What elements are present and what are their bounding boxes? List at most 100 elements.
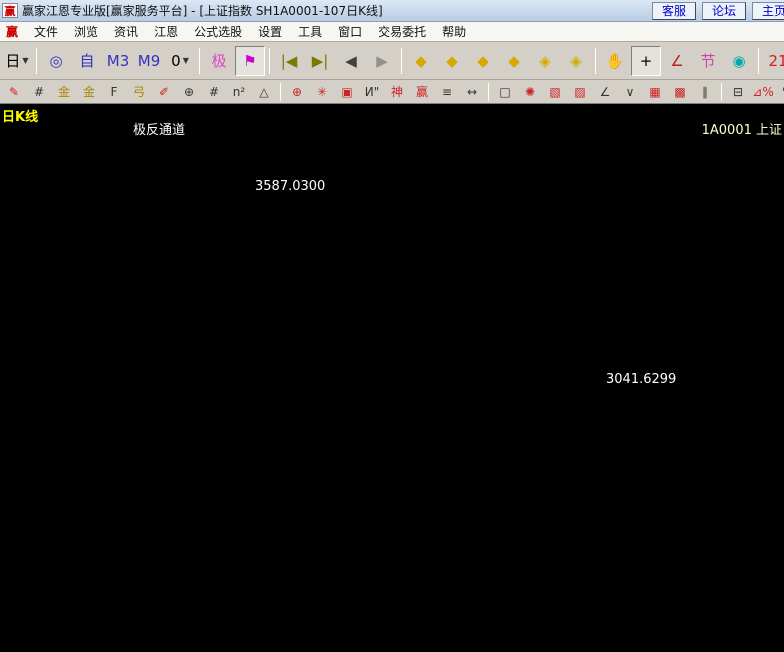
pen2-icon: ✐ (159, 85, 169, 99)
angle-tool-icon: ∠ (670, 52, 683, 70)
compass-icon: ⊕ (184, 85, 194, 99)
period-day-dropdown: 日 (5, 50, 20, 71)
toolbar-separator (758, 48, 759, 74)
diamond-v-button[interactable]: ◆ (437, 46, 467, 76)
ruler123-icon: ≡ (442, 85, 452, 99)
ruler123-button[interactable]: ≡ (435, 81, 459, 102)
menu-item-公式选股[interactable]: 公式选股 (186, 21, 250, 42)
red-star-button[interactable]: ✳ (310, 81, 334, 102)
vlines-icon: ∨ (626, 85, 635, 99)
ying-button[interactable]: 赢 (410, 81, 434, 102)
red-crosshair-button[interactable]: ⊕ (285, 81, 309, 102)
rays-button[interactable]: ✺ (518, 81, 542, 102)
flag-indicator-button[interactable]: ⚑ (235, 46, 265, 76)
menu-item-帮助[interactable]: 帮助 (434, 21, 474, 42)
period-day-dropdown-button[interactable]: 日▼ (2, 46, 32, 76)
menu-item-窗口[interactable]: 窗口 (330, 21, 370, 42)
prev-bar-button[interactable]: ◀ (336, 46, 366, 76)
diamond-h-button[interactable]: ◆ (406, 46, 436, 76)
menu-item-浏览[interactable]: 浏览 (66, 21, 106, 42)
bow-icon: 弓 (133, 83, 145, 100)
f-grid-icon: F (111, 85, 118, 99)
trend-percent-button[interactable]: ⊿% (751, 81, 775, 102)
box-rays-button[interactable]: ▨ (568, 81, 592, 102)
box-rays-icon: ▨ (574, 85, 585, 99)
red-star-icon: ✳ (317, 85, 327, 99)
wave-9-button[interactable]: M9 (134, 46, 164, 76)
diamond-4way-icon: ◆ (477, 52, 489, 70)
chart-canvas[interactable] (0, 104, 784, 652)
next-bar-button[interactable]: ▶ (367, 46, 397, 76)
grid2-button[interactable]: # (202, 81, 226, 102)
toolbar-separator (488, 83, 489, 101)
pen-button[interactable]: ✎ (2, 81, 26, 102)
calendar-button[interactable]: 21 (763, 46, 784, 76)
percent-button[interactable]: % (776, 81, 784, 102)
pen2-button[interactable]: ✐ (152, 81, 176, 102)
n-quote-icon: И" (365, 85, 380, 99)
gann-pink-icon: 极 (211, 50, 226, 71)
fan-button[interactable]: ▧ (543, 81, 567, 102)
toolbar-separator (36, 48, 37, 74)
info-panel-button[interactable]: 自 (72, 46, 102, 76)
menu-item-文件[interactable]: 文件 (26, 21, 66, 42)
menu-item-交易委托[interactable]: 交易委托 (370, 21, 434, 42)
n2-button[interactable]: n² (227, 81, 251, 102)
diamond-grow-icon: ◈ (570, 52, 582, 70)
diamond-shrink-button[interactable]: ◈ (530, 46, 560, 76)
ruler-grid-button[interactable]: # (27, 81, 51, 102)
wave-9-icon: M9 (138, 52, 161, 70)
menu-item-资讯[interactable]: 资讯 (106, 21, 146, 42)
slash-lines-button[interactable]: ∥ (693, 81, 717, 102)
titlebar-button-2[interactable]: 论坛 (702, 2, 746, 20)
first-bar-button[interactable]: |◀ (274, 46, 304, 76)
gold-tool-button[interactable]: 金 (52, 81, 76, 102)
h-ruler-button[interactable]: ↔ (460, 81, 484, 102)
hand-pan-button[interactable]: ✋ (600, 46, 630, 76)
window-title: 赢家江恩专业版[赢家服务平台] - [上证指数 SH1A0001-107日K线] (22, 2, 652, 19)
grid3-button[interactable]: ▦ (643, 81, 667, 102)
rays-icon: ✺ (525, 85, 535, 99)
triangle-icon: △ (259, 85, 268, 99)
ying-icon: 赢 (416, 83, 428, 100)
scale-ruler-button[interactable]: ⊟ (726, 81, 750, 102)
prev-bar-icon: ◀ (345, 52, 357, 70)
curve-draw-button[interactable]: ◎ (41, 46, 71, 76)
angle-tool-button[interactable]: ∠ (662, 46, 692, 76)
titlebar-button-1[interactable]: 客服 (652, 2, 696, 20)
grid4-button[interactable]: ▩ (668, 81, 692, 102)
menu-item-设置[interactable]: 设置 (250, 21, 290, 42)
value-spinner-button[interactable]: 0▼ (165, 46, 195, 76)
crosshair-button[interactable]: + (631, 46, 661, 76)
bow-button[interactable]: 弓 (127, 81, 151, 102)
compass-button[interactable]: ⊕ (177, 81, 201, 102)
grid4-icon: ▩ (674, 85, 685, 99)
menu-item-工具[interactable]: 工具 (290, 21, 330, 42)
pink-node-button[interactable]: 节 (693, 46, 723, 76)
scale-ruler-icon: ⊟ (733, 85, 743, 99)
menu-item-江恩[interactable]: 江恩 (146, 21, 186, 42)
angle2-button[interactable]: ∠ (593, 81, 617, 102)
n2-icon: n² (233, 85, 245, 99)
n-quote-button[interactable]: И" (360, 81, 384, 102)
gann-pink-button[interactable]: 极 (204, 46, 234, 76)
chart-region: 日K线 极反通道 Tp=3221.7627 Up=3162.1792 Md=30… (0, 104, 784, 652)
last-bar-button[interactable]: ▶| (305, 46, 335, 76)
title-bar: 赢 赢家江恩专业版[赢家服务平台] - [上证指数 SH1A0001-107日K… (0, 0, 784, 22)
diamond-star-button[interactable]: ◆ (499, 46, 529, 76)
diamond-4way-button[interactable]: ◆ (468, 46, 498, 76)
hand-pan-icon: ✋ (606, 52, 625, 70)
trend-percent-icon: ⊿% (752, 85, 773, 99)
vlines-button[interactable]: ∨ (618, 81, 642, 102)
titlebar-button-3[interactable]: 主页 (752, 2, 784, 20)
triangle-button[interactable]: △ (252, 81, 276, 102)
wave-3-button[interactable]: M3 (103, 46, 133, 76)
shen-button[interactable]: 神 (385, 81, 409, 102)
red-box-button[interactable]: ▣ (335, 81, 359, 102)
shen-icon: 神 (391, 83, 403, 100)
f-grid-button[interactable]: F (102, 81, 126, 102)
rect-tool-button[interactable]: □ (493, 81, 517, 102)
brain-button[interactable]: ◉ (724, 46, 754, 76)
diamond-grow-button[interactable]: ◈ (561, 46, 591, 76)
gold-tool2-button[interactable]: 金 (77, 81, 101, 102)
